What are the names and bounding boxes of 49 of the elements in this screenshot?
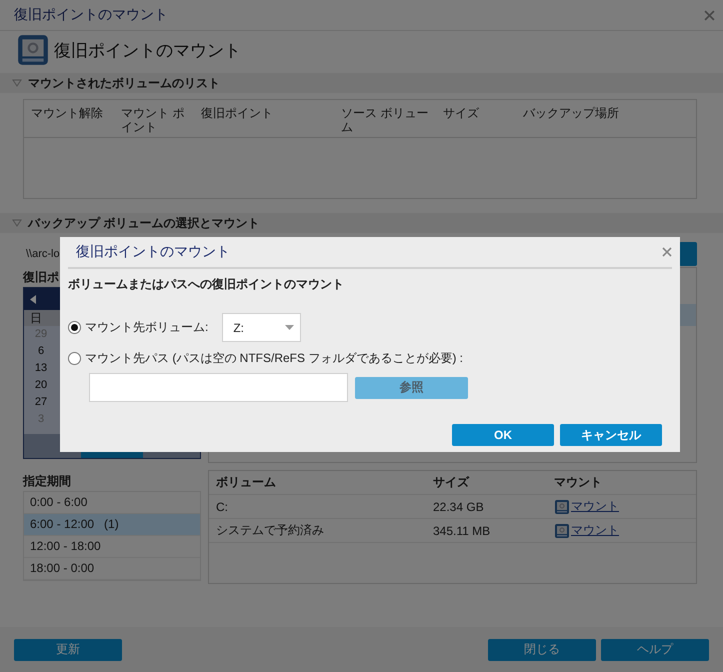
table-cell-text: C:	[216, 500, 229, 514]
dropdown-caret-icon	[285, 325, 294, 330]
option-label: マウント先パス (パスは空の NTFS/ReFS フォルダであることが必要) :	[85, 350, 463, 367]
drive-icon	[554, 522, 570, 538]
column-header: マウント ポイント	[120, 106, 186, 136]
dialog-heading: ボリュームまたはパスへの復旧ポイントのマウント	[68, 276, 345, 293]
mount-link[interactable]: マウント	[571, 522, 619, 539]
section-header[interactable]: マウントされたボリュームのリスト	[0, 73, 723, 93]
calendar-day[interactable]: 6	[24, 343, 51, 360]
recovery-point-label: 復旧ポ	[23, 270, 59, 284]
option-label: マウント先ボリューム:	[85, 319, 208, 336]
backup-path: \\arc-lo	[26, 248, 60, 260]
previous-month-icon[interactable]	[30, 294, 36, 304]
close-icon[interactable]	[662, 247, 672, 257]
mount-link[interactable]: マウント	[571, 498, 619, 515]
dialog-button[interactable]: OK	[452, 424, 554, 446]
column-header: サイズ	[433, 474, 470, 491]
path-input-field[interactable]	[89, 373, 348, 402]
footer-button[interactable]: 閉じる	[488, 638, 596, 660]
time-range-title: 指定期間	[23, 473, 72, 490]
weekday-label: 日	[30, 311, 42, 325]
column-header: マウント	[554, 474, 602, 491]
column-header: サイズ	[442, 106, 480, 122]
table-cell-text: システムで予約済み	[216, 522, 325, 539]
calendar-day[interactable]: 20	[24, 377, 51, 394]
calendar-day[interactable]: 27	[24, 394, 51, 411]
column-header: バックアップ場所	[522, 106, 620, 122]
column-header: ソース ボリューム	[340, 106, 430, 136]
dialog-title: 復旧ポイントのマウント	[76, 243, 230, 261]
close-icon[interactable]	[704, 10, 715, 20]
dialog-button[interactable]: キャンセル	[560, 424, 662, 446]
calendar-day[interactable]: 13	[24, 360, 51, 377]
table-cell-text: 345.11 MB	[433, 524, 492, 538]
drive-icon	[16, 33, 50, 67]
time-range-item[interactable]: 6:00 - 12:00 (1)	[24, 514, 200, 536]
footer-button[interactable]: 更新	[14, 638, 122, 660]
column-header: マウント解除	[30, 106, 104, 122]
column-header: 復旧ポイント	[200, 106, 274, 122]
volume-dropdown[interactable]: Z:	[222, 313, 302, 342]
action-button[interactable]	[679, 242, 697, 266]
section-header[interactable]: バックアップ ボリュームの選択とマウント	[0, 213, 723, 233]
drive-icon	[554, 498, 570, 514]
radio-button[interactable]	[68, 321, 81, 334]
column-header: ボリューム	[216, 474, 277, 491]
window-title: 復旧ポイントのマウント	[14, 6, 168, 24]
footer-button[interactable]: ヘルプ	[601, 638, 709, 660]
page-title: 復旧ポイントのマウント	[54, 40, 241, 62]
radio-button[interactable]	[68, 352, 81, 365]
table-cell-text: 22.34 GB	[433, 500, 485, 514]
